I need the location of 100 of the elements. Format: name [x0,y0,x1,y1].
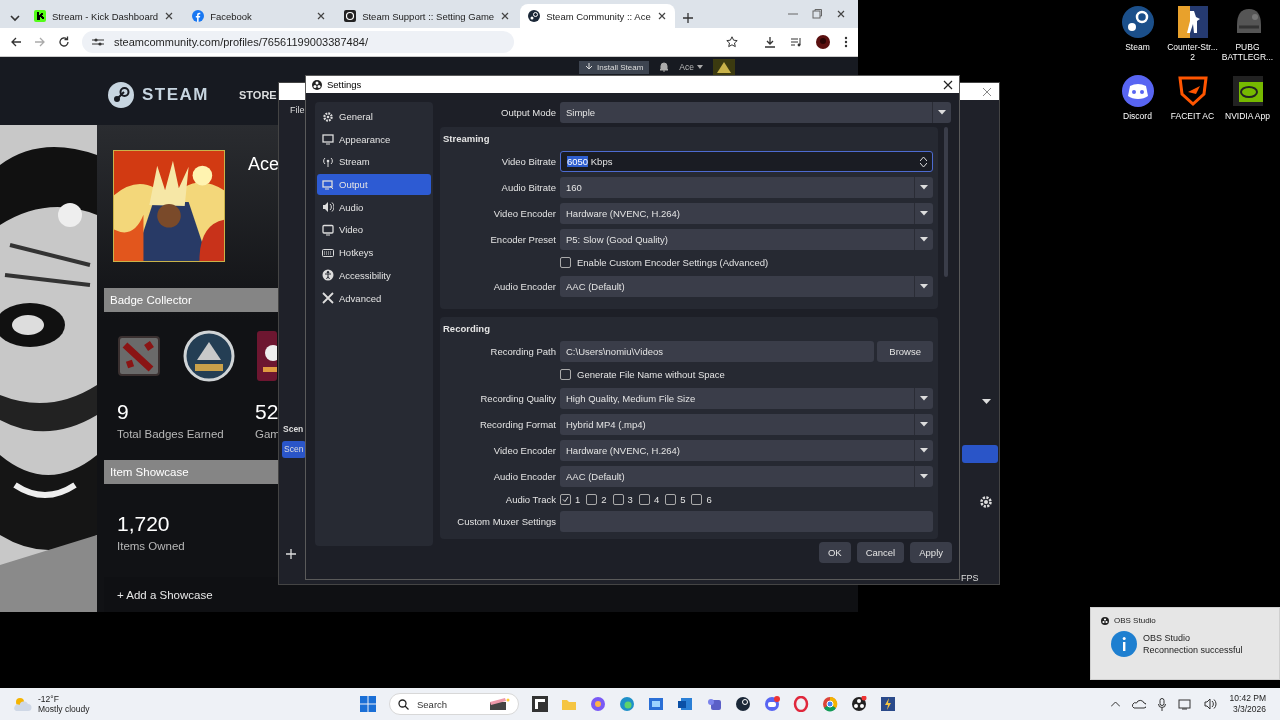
checkbox[interactable] [586,493,598,505]
onedrive-icon[interactable] [1131,698,1146,710]
steam-logo-icon[interactable] [108,82,134,108]
reload-icon[interactable] [58,36,70,48]
start-icon[interactable] [360,696,376,712]
menu-item[interactable]: File [290,105,305,115]
search-box[interactable]: Search [389,693,519,715]
dropdown-arrow-icon[interactable] [982,399,991,405]
restore-icon[interactable] [812,9,822,19]
bell-icon[interactable] [659,62,670,72]
app-shortcut-icon[interactable] [1175,5,1210,39]
spin-up-icon[interactable] [920,156,927,161]
chevron-up-icon[interactable] [1110,701,1120,707]
add-showcase-link[interactable]: + Add a Showcase [117,588,213,601]
app-shortcut-icon[interactable] [1230,74,1265,108]
star-icon[interactable] [726,36,738,48]
dropdown[interactable]: Hardware (NVENC, H.264) [560,203,933,224]
microphone-icon[interactable] [1157,697,1166,711]
settings-nav-item[interactable]: Appearance [317,128,431,150]
account-avatar-icon[interactable] [713,59,735,75]
dialog-button[interactable]: OK [818,542,851,563]
close-icon[interactable] [836,9,846,19]
browser-tab[interactable]: Facebook [184,4,335,28]
menu-icon[interactable] [844,36,848,48]
dialog-button[interactable]: Cancel [856,542,905,563]
taskbar-app-icon[interactable] [735,696,751,712]
taskbar-app-icon[interactable] [880,696,896,712]
browser-tab[interactable]: Stream - Kick Dashboard [26,4,183,28]
download-icon[interactable] [764,36,776,48]
spin-down-icon[interactable] [920,162,927,167]
browse-button[interactable]: Browse [877,341,933,362]
profile-name: Ace [248,154,280,176]
desktop-icon-label[interactable]: NVIDIA App [1220,111,1275,121]
profile-avatar-icon[interactable] [816,35,830,49]
settings-nav-item[interactable]: Stream [317,151,431,173]
desktop-icon-label[interactable]: Steam [1110,42,1165,52]
browser-tab[interactable]: Steam Community :: Ace [520,4,675,28]
address-bar[interactable]: steamcommunity.com/profiles/76561199003387484/ [82,31,514,53]
desktop-icon-label[interactable]: Discord [1110,111,1165,121]
media-icon[interactable] [790,36,802,48]
taskbar-app-icon[interactable] [677,696,693,712]
dropdown[interactable]: AAC (Default) [560,276,933,297]
settings-nav-item[interactable]: Accessibility [317,264,431,286]
checkbox[interactable] [638,493,650,505]
dropdown[interactable]: Hardware (NVENC, H.264) [560,440,933,461]
settings-nav-item[interactable]: Output [317,174,431,196]
dota-badge-icon[interactable] [117,335,161,377]
checkbox[interactable] [665,493,677,505]
settings-icon[interactable] [979,495,993,509]
settings-nav-item[interactable]: Audio [317,196,431,218]
shield-badge-icon[interactable] [183,330,235,382]
dialog-button[interactable]: Apply [910,542,952,563]
app-shortcut-icon[interactable] [1120,5,1155,39]
steam-logo-text[interactable]: STEAM [142,85,209,105]
checkbox[interactable] [560,257,571,268]
desktop-icon-label[interactable]: PUBG BATTLEGR... [1220,42,1275,62]
close-icon[interactable] [316,11,327,21]
taskbar-app-icon[interactable] [851,696,867,712]
clock[interactable]: 10:42 PM 3/3/2026 [1229,693,1266,715]
dropdown[interactable]: Hybrid MP4 (.mp4) [560,414,933,435]
install-steam-button[interactable]: Install Steam [579,60,650,74]
scene-item[interactable]: Scen [282,441,306,458]
caret-icon[interactable] [697,65,703,69]
desktop-icon-label[interactable]: FACEIT AC [1165,111,1220,121]
checkbox[interactable] [560,369,571,380]
close-icon[interactable] [656,11,667,21]
store-nav-link[interactable]: STORE [239,89,277,101]
browser-tab[interactable]: Steam Support :: Setting Game [336,4,519,28]
close-icon[interactable] [164,11,175,21]
network-icon[interactable] [1177,698,1192,710]
dropdown[interactable]: P5: Slow (Good Quality) [560,229,933,250]
close-icon[interactable] [500,11,511,21]
monitor-icon [322,133,334,146]
settings-nav-item[interactable]: Hotkeys [317,242,431,264]
checkbox[interactable] [560,493,571,505]
taskbar-app-icon[interactable] [532,696,548,712]
plus-icon[interactable] [286,549,296,559]
volume-icon[interactable] [1203,698,1218,710]
text-field[interactable]: C:\Users\nomiu\Videos [560,341,875,362]
dropdown[interactable]: High Quality, Medium File Size [560,388,933,409]
dropdown[interactable]: 160 [560,177,933,198]
settings-nav-item[interactable]: Advanced [317,287,431,309]
field-label: Encoder Preset [489,234,557,245]
desktop-icon-label[interactable]: Counter-Str... 2 [1165,42,1220,62]
app-shortcut-icon[interactable] [1175,74,1210,108]
back-icon[interactable] [10,36,22,48]
dropdown[interactable]: AAC (Default) [560,466,933,487]
settings-nav-item[interactable]: General [317,106,431,127]
scrollbar[interactable] [944,127,948,277]
keyboard-icon [322,246,334,259]
number-field[interactable]: 6050 Kbps [560,151,933,172]
app-shortcut-icon[interactable] [1120,74,1155,108]
close-icon[interactable] [943,79,953,90]
dropdown[interactable]: Simple [560,101,951,123]
settings-nav-item[interactable]: Video [317,219,431,241]
account-name[interactable]: Ace [679,62,694,72]
checkbox-label: 6 [706,493,712,505]
steam-year-badge-icon[interactable] [257,331,277,381]
checkbox[interactable] [612,493,624,505]
checkbox[interactable] [691,493,703,505]
